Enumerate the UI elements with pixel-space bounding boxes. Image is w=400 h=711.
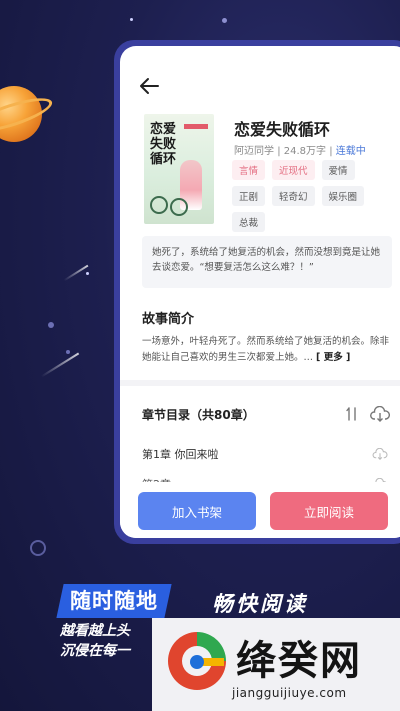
slogan-line-3: 沉侵在每一	[60, 643, 130, 659]
book-meta: 阿迈同学 | 24.8万字 | 连载中	[234, 142, 366, 157]
slogan-highlight-text: 随时随地	[70, 589, 158, 613]
book-detail-screen: 恋爱失败循环 恋爱失败循环 阿迈同学 | 24.8万字 | 连载中 言情 近现代…	[120, 46, 400, 538]
watermark-url: jiangguijiuye.com	[232, 686, 347, 700]
intro-text: 一场意外，叶轻舟死了。然而系统给了她复活的机会。除非她能让自己喜欢的男生三次都爱…	[142, 334, 398, 366]
tag[interactable]: 娱乐圈	[321, 186, 365, 206]
cover-title: 恋爱失败循环	[150, 122, 177, 167]
arrow-left-icon[interactable]	[138, 76, 160, 96]
tag[interactable]: 总裁	[232, 212, 266, 232]
book-excerpt: 她死了，系统给了她复活的机会，然而没想到竟是让她去谈恋爱。“想要复活怎么这么难？…	[142, 236, 392, 288]
read-now-button[interactable]: 立即阅读	[270, 492, 388, 530]
meta-separator: |	[277, 146, 281, 157]
meteor-decoration	[63, 264, 89, 282]
watermark-logo-icon	[168, 632, 226, 690]
cover-bicycle-wheel	[170, 198, 188, 216]
tag[interactable]: 轻奇幻	[272, 186, 315, 206]
slogan-rest: 畅快阅读	[212, 592, 308, 616]
star-decoration	[30, 540, 46, 556]
watermark-text: 绛癸网	[236, 637, 362, 684]
cloud-download-icon[interactable]	[370, 406, 390, 422]
slogan-line-2: 越看越上头	[60, 623, 130, 639]
intro-body: 一场意外，叶轻舟死了。然而系统给了她复活的机会。除非她能让自己喜欢的男生三次都爱…	[142, 336, 390, 363]
star-decoration	[66, 350, 70, 354]
tag[interactable]: 言情	[232, 160, 266, 180]
chapter-item[interactable]: 第1章 你回来啦	[142, 446, 219, 462]
book-word-count: 24.8万字	[283, 146, 327, 157]
star-decoration	[130, 18, 133, 21]
section-divider	[120, 380, 400, 386]
tag-list: 言情 近现代 爱情 正剧 轻奇幻 娱乐圈 总裁	[232, 160, 392, 232]
phone-frame: 恋爱失败循环 恋爱失败循环 阿迈同学 | 24.8万字 | 连载中 言情 近现代…	[114, 40, 400, 544]
tag[interactable]: 正剧	[232, 186, 266, 206]
more-link[interactable]: [ 更多 ]	[316, 352, 350, 363]
tag[interactable]: 爱情	[321, 160, 355, 180]
star-decoration	[222, 18, 227, 23]
meta-separator: |	[329, 146, 333, 157]
sort-icon[interactable]	[346, 406, 358, 422]
slogan-highlight: 随时随地	[56, 584, 172, 618]
book-cover[interactable]: 恋爱失败循环	[144, 114, 214, 224]
book-author: 阿迈同学	[234, 146, 274, 157]
book-title: 恋爱失败循环	[234, 120, 331, 139]
tag[interactable]: 近现代	[272, 160, 315, 180]
star-decoration	[48, 322, 54, 328]
add-to-shelf-button[interactable]: 加入书架	[138, 492, 256, 530]
cover-bicycle-wheel	[150, 196, 168, 214]
intro-heading: 故事简介	[142, 312, 195, 327]
star-decoration	[86, 272, 89, 275]
cloud-download-icon[interactable]	[372, 448, 388, 460]
meteor-decoration	[40, 352, 80, 378]
bottom-action-bar: 加入书架 立即阅读	[120, 482, 400, 538]
book-status: 连载中	[335, 146, 366, 157]
toc-heading: 章节目录（共80章）	[142, 408, 255, 422]
